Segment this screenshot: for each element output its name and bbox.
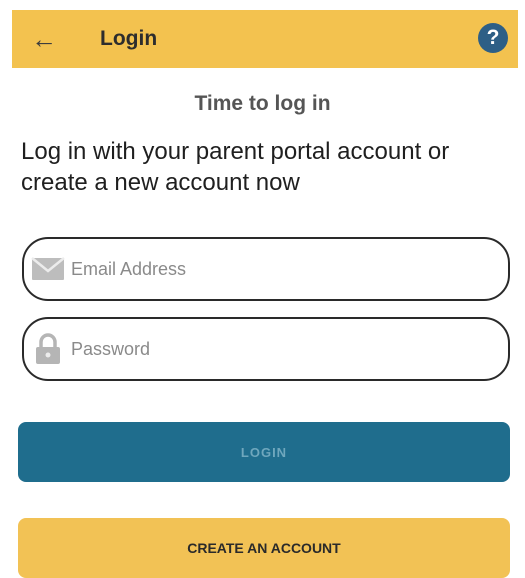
app-title: Login — [100, 27, 158, 50]
page-heading: Time to log in — [194, 92, 331, 115]
app-bar: ← Login ? — [12, 10, 518, 68]
back-arrow-icon[interactable]: ← — [12, 10, 76, 68]
password-input[interactable] — [71, 338, 471, 360]
intro-text: Log in with your parent portal account o… — [21, 138, 450, 196]
mail-icon — [31, 252, 65, 286]
lock-icon — [31, 332, 65, 366]
email-input[interactable] — [71, 258, 471, 280]
password-field[interactable] — [22, 317, 510, 381]
create-account-button[interactable]: CREATE AN ACCOUNT — [18, 518, 510, 578]
help-icon[interactable]: ? — [478, 23, 508, 53]
email-field[interactable] — [22, 237, 510, 301]
login-button[interactable]: LOGIN — [18, 422, 510, 482]
